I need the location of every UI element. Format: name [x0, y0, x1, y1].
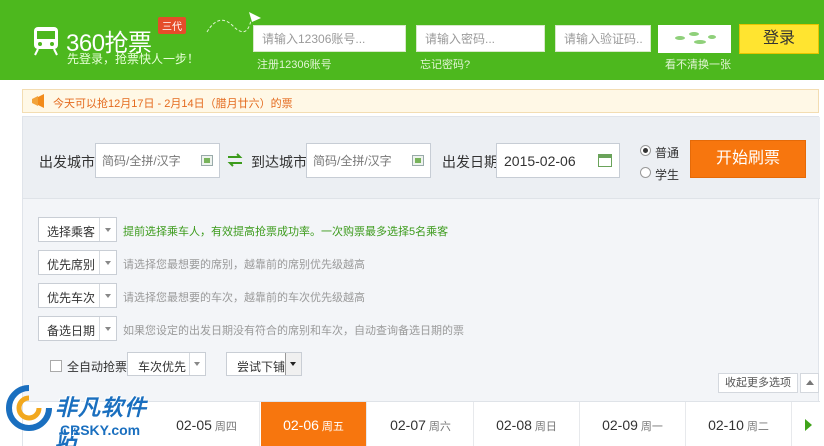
- date-field[interactable]: 2015-02-06: [496, 143, 620, 178]
- seat-hint: 请选择您最想要的席别，越靠前的席别优先级越高: [123, 259, 365, 271]
- dropdown-label: 优先席别: [47, 258, 96, 272]
- date-tab[interactable]: 02-08 周日: [474, 402, 580, 446]
- radio-normal[interactable]: [640, 145, 654, 159]
- login-button[interactable]: 登录: [739, 24, 819, 54]
- city-picker-icon[interactable]: [412, 155, 424, 166]
- train-icon: [34, 27, 58, 56]
- tab-date: 02-06: [283, 417, 319, 433]
- chevron-down-icon[interactable]: [99, 218, 116, 241]
- version-badge: 三代: [158, 17, 186, 34]
- select-passenger-dropdown[interactable]: 选择乘客: [38, 217, 117, 242]
- chevron-up-icon[interactable]: [800, 373, 819, 393]
- chevron-down-icon[interactable]: [99, 317, 116, 340]
- berth-select[interactable]: 尝试下铺: [226, 352, 302, 376]
- passenger-hint: 提前选择乘车人，有效提高抢票成功率。一次购票最多选择5名乘客: [123, 226, 449, 238]
- chevron-down-icon[interactable]: [189, 353, 205, 375]
- chevron-down-icon[interactable]: [99, 251, 116, 274]
- forgot-password-link[interactable]: 忘记密码?: [420, 56, 470, 72]
- top-header: 360抢票 三代 先登录，抢票快人一步！ 注册12306账号 忘记密码? 看不清…: [0, 0, 824, 80]
- account-field[interactable]: [253, 25, 406, 52]
- train-hint: 请选择您最想要的车次，越靠前的车次优先级越高: [123, 292, 365, 304]
- seat-priority-dropdown[interactable]: 优先席别: [38, 250, 117, 275]
- date-tab-active[interactable]: 02-06 周五: [261, 402, 367, 446]
- auto-grab-label[interactable]: 全自动抢票: [67, 358, 127, 375]
- tab-weekday: 周二: [746, 421, 769, 433]
- captcha-image[interactable]: [658, 25, 731, 53]
- slogan: 先登录，抢票快人一步！: [67, 52, 200, 66]
- priority-value: 车次优先: [138, 360, 187, 374]
- date-value: 2015-02-06: [504, 153, 576, 169]
- tab-date: 02-08: [496, 417, 532, 433]
- dropdown-label: 备选日期: [47, 324, 96, 338]
- radio-dot[interactable]: [640, 145, 651, 156]
- swap-icon[interactable]: [226, 152, 244, 168]
- captcha-field[interactable]: [555, 25, 651, 52]
- date-tab[interactable]: 02-07 周六: [368, 402, 474, 446]
- register-link[interactable]: 注册12306账号: [257, 56, 332, 72]
- from-city-field[interactable]: [95, 143, 220, 178]
- dropdown-label: 选择乘客: [47, 225, 96, 239]
- megaphone-icon: [32, 94, 44, 108]
- captcha-input[interactable]: [556, 26, 650, 51]
- tab-date: 02-05: [176, 417, 212, 433]
- date-tab[interactable]: 02-05 周四: [154, 402, 260, 446]
- date-tab[interactable]: 02-10 周二: [686, 402, 792, 446]
- priority-select[interactable]: 车次优先: [127, 352, 206, 376]
- tab-weekday: 周五: [321, 421, 344, 433]
- crsky-watermark: 非凡软件站 CRSKY.com: [0, 380, 160, 446]
- date-label: 出发日期: [442, 154, 498, 170]
- search-form: 出发城市 到达城市 出发日期 2015-02-06 普通 学生 开始刷票: [23, 117, 820, 199]
- crsky-logo-icon: [6, 385, 52, 431]
- tab-weekday: 周四: [214, 421, 237, 433]
- tab-weekday: 周一: [640, 421, 663, 433]
- tab-weekday: 周日: [534, 421, 557, 433]
- to-city-label: 到达城市: [251, 154, 307, 170]
- berth-value: 尝试下铺: [237, 360, 286, 374]
- from-city-label: 出发城市: [39, 154, 95, 170]
- backup-date-dropdown[interactable]: 备选日期: [38, 316, 117, 341]
- radio-dot[interactable]: [640, 167, 651, 178]
- password-field[interactable]: [416, 25, 545, 52]
- radio-student-label[interactable]: 学生: [655, 166, 679, 183]
- calendar-icon[interactable]: [598, 154, 612, 167]
- chevron-down-icon[interactable]: [285, 353, 301, 375]
- radio-normal-label[interactable]: 普通: [655, 144, 679, 161]
- tab-date: 02-10: [708, 417, 744, 433]
- to-city-field[interactable]: [306, 143, 431, 178]
- tab-date: 02-09: [602, 417, 638, 433]
- account-input[interactable]: [254, 26, 405, 51]
- collapse-options-button[interactable]: 收起更多选项: [718, 373, 798, 393]
- password-input[interactable]: [417, 26, 544, 51]
- notice-text: 今天可以抢12月17日 - 2月14日（腊月廿六）的票: [53, 98, 293, 110]
- watermark-en: CRSKY.com: [60, 422, 141, 438]
- radio-student[interactable]: [640, 167, 654, 181]
- dropdown-label: 优先车次: [47, 291, 96, 305]
- start-refresh-button[interactable]: 开始刷票: [690, 140, 806, 178]
- date-range-notice: 今天可以抢12月17日 - 2月14日（腊月廿六）的票: [22, 89, 819, 113]
- captcha-refresh-link[interactable]: 看不清换一张: [665, 56, 731, 72]
- backup-date-hint: 如果您设定的出发日期没有符合的席别和车次，自动查询备选日期的票: [123, 325, 464, 337]
- train-priority-dropdown[interactable]: 优先车次: [38, 283, 117, 308]
- date-tab[interactable]: 02-09 周一: [580, 402, 686, 446]
- next-dates-arrow-icon[interactable]: [796, 402, 820, 446]
- chevron-down-icon[interactable]: [99, 284, 116, 307]
- tab-date: 02-07: [390, 417, 426, 433]
- auto-grab-checkbox[interactable]: [50, 360, 62, 372]
- city-picker-icon[interactable]: [201, 155, 213, 166]
- tab-weekday: 周六: [428, 421, 451, 433]
